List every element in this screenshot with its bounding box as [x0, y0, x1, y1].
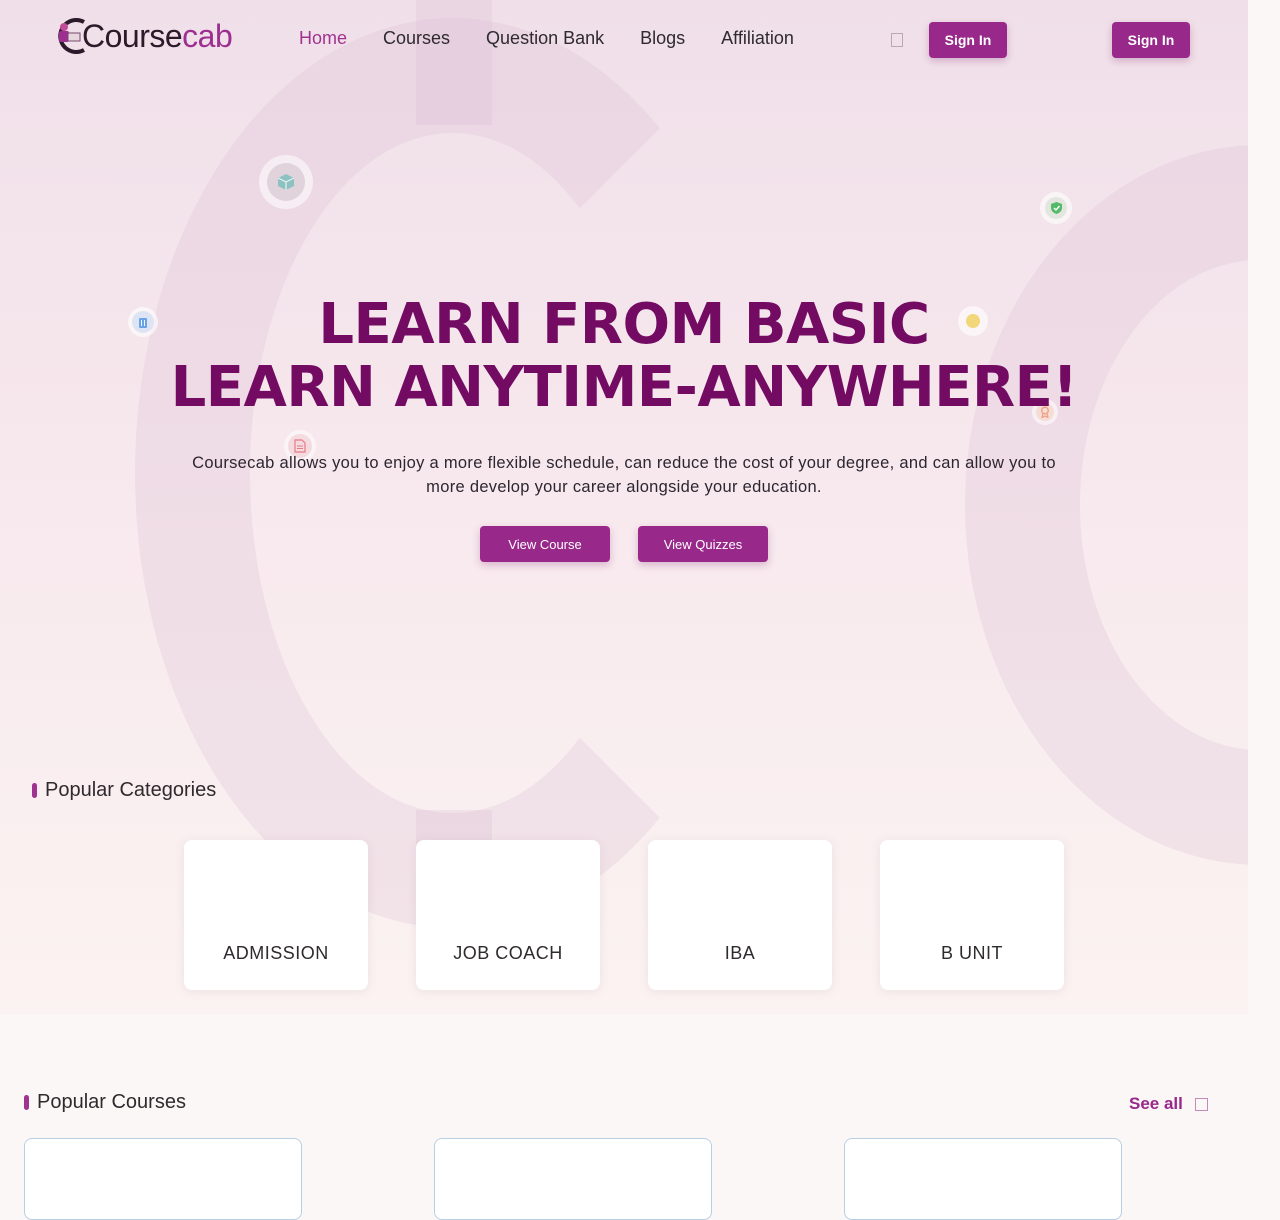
- category-label: IBA: [724, 943, 756, 963]
- shield-check-icon: [1040, 192, 1072, 224]
- popular-categories-heading: Popular Categories: [32, 779, 216, 802]
- nav-blogs[interactable]: Blogs: [640, 28, 685, 49]
- decorative-c-shape: [965, 145, 1248, 865]
- main-nav: Home Courses Question Bank Blogs Affilia…: [299, 28, 794, 49]
- nav-courses[interactable]: Courses: [383, 28, 450, 49]
- category-card-b-unit[interactable]: B UNIT: [880, 840, 1064, 990]
- popular-categories-title: Popular Categories: [45, 779, 217, 801]
- category-label: JOB COACH: [453, 943, 563, 963]
- popular-courses-title: Popular Courses: [37, 1091, 186, 1113]
- section-marker: [24, 1095, 29, 1110]
- nav-home[interactable]: Home: [299, 28, 347, 49]
- coursecab-logo[interactable]: Coursecab: [50, 16, 233, 56]
- see-all-link[interactable]: See all: [1129, 1094, 1208, 1114]
- nav-affiliation[interactable]: Affiliation: [721, 28, 794, 49]
- view-quizzes-button[interactable]: View Quizzes: [638, 526, 768, 562]
- sign-in-button[interactable]: Sign In: [929, 22, 1007, 58]
- logo-figure-icon: [50, 18, 88, 54]
- category-card-admission[interactable]: ADMISSION: [184, 840, 368, 990]
- cart-icon[interactable]: [891, 33, 903, 47]
- course-card[interactable]: [24, 1138, 302, 1220]
- nav-question-bank[interactable]: Question Bank: [486, 28, 604, 49]
- logo-text-part2: ourse: [104, 18, 183, 54]
- course-card[interactable]: [844, 1138, 1122, 1220]
- category-label: B UNIT: [940, 943, 1003, 963]
- sign-in-button-secondary[interactable]: Sign In: [1112, 22, 1190, 58]
- hero-headline-line1: LEARN FROM BASIC: [318, 292, 930, 357]
- category-card-iba[interactable]: IBA: [648, 840, 832, 990]
- course-card[interactable]: [434, 1138, 712, 1220]
- logo-text-part3: cab: [182, 18, 233, 54]
- arrow-icon: [1194, 1097, 1208, 1111]
- section-marker: [32, 783, 37, 798]
- see-all-label: See all: [1129, 1094, 1183, 1113]
- popular-courses-heading: Popular Courses: [24, 1091, 186, 1114]
- view-course-button[interactable]: View Course: [480, 526, 610, 562]
- hero-description: Coursecab allows you to enjoy a more fle…: [192, 454, 1056, 496]
- box-icon: [259, 155, 313, 209]
- category-card-job-coach[interactable]: JOB COACH: [416, 840, 600, 990]
- category-label: ADMISSION: [223, 943, 329, 963]
- hero-headline-line2: LEARN ANYTIME-ANYWHERE!: [170, 355, 1078, 420]
- decorative-stem: [416, 0, 492, 125]
